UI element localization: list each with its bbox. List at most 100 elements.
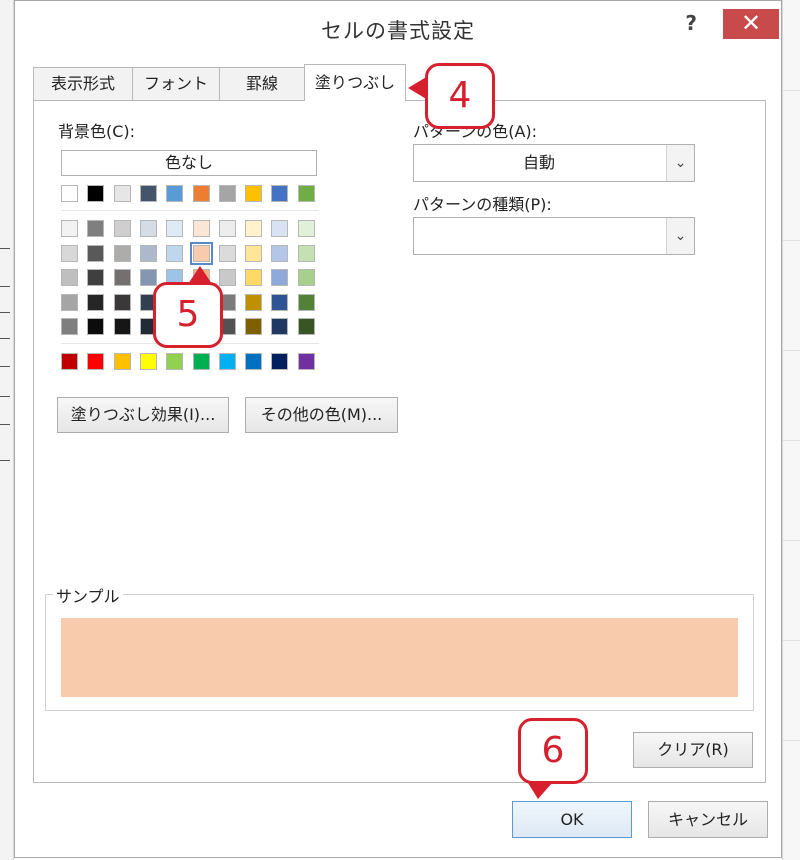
color-swatch[interactable] — [61, 220, 78, 237]
color-swatch[interactable] — [87, 269, 104, 286]
clear-button[interactable]: クリア(R) — [633, 732, 753, 768]
color-swatch[interactable] — [140, 269, 157, 286]
color-swatch[interactable] — [190, 241, 213, 265]
sheet-line — [0, 312, 10, 313]
color-swatch[interactable] — [271, 293, 288, 311]
tab-fill[interactable]: 塗りつぶし — [304, 64, 406, 101]
color-swatch[interactable] — [61, 185, 78, 202]
color-swatch[interactable] — [61, 293, 78, 311]
callout-pointer — [408, 76, 428, 100]
format-cells-dialog: セルの書式設定 ? ✕ 表示形式 フォント 罫線 塗りつぶし 背景色(C): 色… — [14, 0, 782, 858]
color-swatch[interactable] — [298, 244, 315, 262]
annotation-callout-5: 5 — [153, 282, 223, 348]
pattern-color-select[interactable]: 自動 ⌄ — [413, 144, 695, 182]
annotation-callout-4: 4 — [425, 63, 495, 129]
close-button[interactable]: ✕ — [723, 9, 779, 39]
callout-pointer — [528, 783, 552, 799]
color-swatch[interactable] — [166, 185, 183, 202]
color-swatch[interactable] — [87, 318, 104, 335]
cancel-button[interactable]: キャンセル — [648, 801, 768, 838]
color-swatch[interactable] — [298, 318, 315, 335]
color-swatch[interactable] — [87, 185, 104, 202]
color-swatch[interactable] — [298, 220, 315, 237]
color-swatch[interactable] — [114, 353, 131, 370]
sample-label: サンプル — [53, 583, 123, 607]
dialog-titlebar[interactable]: セルの書式設定 ? ✕ — [15, 1, 781, 51]
color-swatch[interactable] — [166, 353, 183, 370]
color-swatch[interactable] — [219, 269, 236, 286]
palette-divider — [61, 210, 319, 211]
sample-preview — [61, 618, 738, 697]
pattern-style-label: パターンの種類(P): — [413, 195, 552, 214]
color-swatch[interactable] — [114, 318, 131, 335]
color-swatch[interactable] — [245, 185, 262, 202]
more-colors-button[interactable]: その他の色(M)... — [245, 397, 398, 433]
color-swatch[interactable] — [298, 353, 315, 370]
color-swatch[interactable] — [87, 244, 104, 262]
fill-effects-button[interactable]: 塗りつぶし効果(I)... — [57, 397, 229, 433]
color-swatch[interactable] — [245, 293, 262, 311]
color-swatch[interactable] — [219, 244, 236, 262]
background-color-label: 背景色(C): — [58, 122, 136, 141]
chevron-down-icon[interactable]: ⌄ — [666, 218, 694, 254]
color-swatch[interactable] — [114, 269, 131, 286]
color-swatch[interactable] — [140, 353, 157, 370]
color-swatch[interactable] — [140, 244, 157, 262]
color-swatch[interactable] — [219, 353, 236, 370]
pattern-style-select[interactable]: ⌄ — [413, 217, 695, 255]
sheet-line — [0, 396, 10, 397]
sheet-gridline — [783, 740, 800, 741]
color-swatch[interactable] — [61, 269, 78, 286]
annotation-callout-6: 6 — [518, 718, 588, 784]
color-swatch[interactable] — [219, 185, 236, 202]
sheet-gridline — [783, 540, 800, 541]
color-swatch[interactable] — [298, 293, 315, 311]
color-swatch[interactable] — [114, 293, 131, 311]
color-swatch[interactable] — [271, 269, 288, 286]
color-swatch[interactable] — [87, 293, 104, 311]
color-swatch[interactable] — [87, 220, 104, 237]
color-swatch[interactable] — [61, 244, 78, 262]
color-swatch[interactable] — [114, 244, 131, 262]
sheet-gridline — [783, 90, 800, 91]
color-swatch[interactable] — [271, 185, 288, 202]
color-swatch[interactable] — [140, 185, 157, 202]
background-sheet-left — [0, 0, 14, 860]
color-swatch[interactable] — [271, 220, 288, 237]
color-swatch[interactable] — [271, 318, 288, 335]
color-swatch[interactable] — [245, 269, 262, 286]
help-button[interactable]: ? — [685, 11, 697, 35]
sheet-line — [0, 248, 10, 249]
sheet-gridline — [783, 240, 800, 241]
color-swatch[interactable] — [245, 220, 262, 237]
color-swatch[interactable] — [166, 244, 183, 262]
color-swatch[interactable] — [245, 318, 262, 335]
ok-button[interactable]: OK — [512, 801, 632, 838]
color-swatch[interactable] — [245, 244, 262, 262]
chevron-down-icon[interactable]: ⌄ — [666, 145, 694, 181]
color-swatch[interactable] — [193, 185, 210, 202]
color-swatch[interactable] — [166, 220, 183, 237]
color-swatch[interactable] — [61, 318, 78, 335]
color-swatch[interactable] — [271, 353, 288, 370]
color-swatch[interactable] — [193, 353, 210, 370]
sheet-gridline — [783, 640, 800, 641]
tab-number[interactable]: 表示形式 — [33, 67, 133, 100]
no-color-button[interactable]: 色なし — [61, 150, 317, 176]
color-swatch[interactable] — [219, 220, 236, 237]
color-swatch[interactable] — [271, 244, 288, 262]
color-swatch[interactable] — [87, 353, 104, 370]
color-swatch[interactable] — [61, 353, 78, 370]
color-swatch[interactable] — [140, 220, 157, 237]
color-swatch[interactable] — [114, 220, 131, 237]
tab-font[interactable]: フォント — [132, 67, 220, 100]
color-swatch[interactable] — [193, 220, 210, 237]
color-swatch[interactable] — [114, 185, 131, 202]
sheet-line — [0, 424, 10, 425]
color-swatch[interactable] — [298, 269, 315, 286]
sheet-line — [0, 286, 10, 287]
tab-border[interactable]: 罫線 — [219, 67, 305, 100]
color-swatch[interactable] — [298, 185, 315, 202]
color-swatch[interactable] — [245, 353, 262, 370]
pattern-color-value: 自動 — [522, 153, 555, 172]
